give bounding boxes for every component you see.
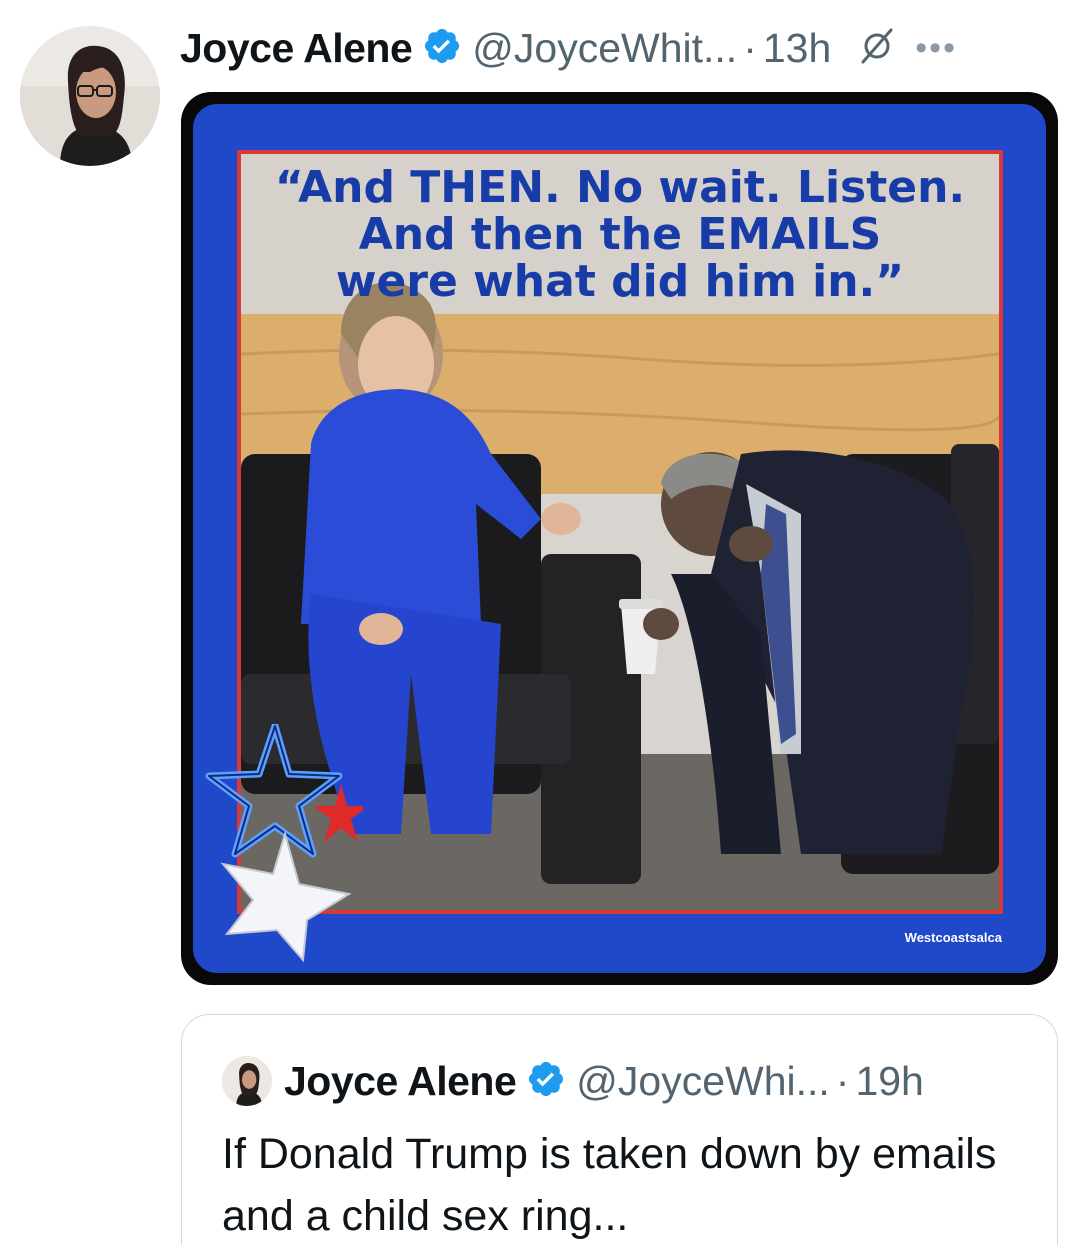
- tweet-time[interactable]: 13h: [763, 25, 831, 72]
- separator-dot: ·: [835, 1057, 850, 1104]
- caption-line-1: “And THEN. No wait. Listen.: [274, 162, 966, 213]
- author-name[interactable]: Joyce Alene: [180, 25, 413, 72]
- author-avatar[interactable]: [20, 26, 160, 166]
- quoted-tweet-time[interactable]: 19h: [855, 1058, 923, 1105]
- verified-badge-icon: [516, 1059, 576, 1104]
- more-icon[interactable]: •••: [915, 29, 957, 68]
- watermark: Westcoastsalca: [904, 930, 1002, 945]
- meme-image: “And THEN. No wait. Listen. And then the…: [193, 104, 1046, 973]
- author-handle[interactable]: @JoyceWhit...: [472, 25, 737, 72]
- quoted-tweet-header: Joyce Alene @JoyceWhi... · 19h: [222, 1053, 924, 1109]
- tweet-header: Joyce Alene @JoyceWhit... · 13h •••: [180, 18, 1070, 78]
- meme-caption: “And THEN. No wait. Listen. And then the…: [241, 164, 999, 305]
- tweet: Joyce Alene @JoyceWhit... · 13h ••• “And…: [0, 0, 1092, 1245]
- grok-icon[interactable]: [831, 24, 899, 73]
- separator-dot: ·: [743, 24, 757, 71]
- decorative-stars-icon: [205, 724, 363, 963]
- quoted-author-name[interactable]: Joyce Alene: [284, 1058, 517, 1105]
- quoted-tweet-text: If Donald Trump is taken down by emails …: [222, 1130, 997, 1240]
- caption-line-2: And then the EMAILS: [358, 209, 882, 260]
- caption-line-3: were what did him in.”: [335, 256, 905, 307]
- quoted-author-avatar[interactable]: [222, 1056, 272, 1106]
- verified-badge-icon: [412, 26, 472, 71]
- tweet-media[interactable]: “And THEN. No wait. Listen. And then the…: [181, 92, 1058, 985]
- quoted-tweet[interactable]: Joyce Alene @JoyceWhi... · 19h If Donald…: [181, 1014, 1058, 1245]
- quoted-author-handle[interactable]: @JoyceWhi...: [576, 1058, 830, 1105]
